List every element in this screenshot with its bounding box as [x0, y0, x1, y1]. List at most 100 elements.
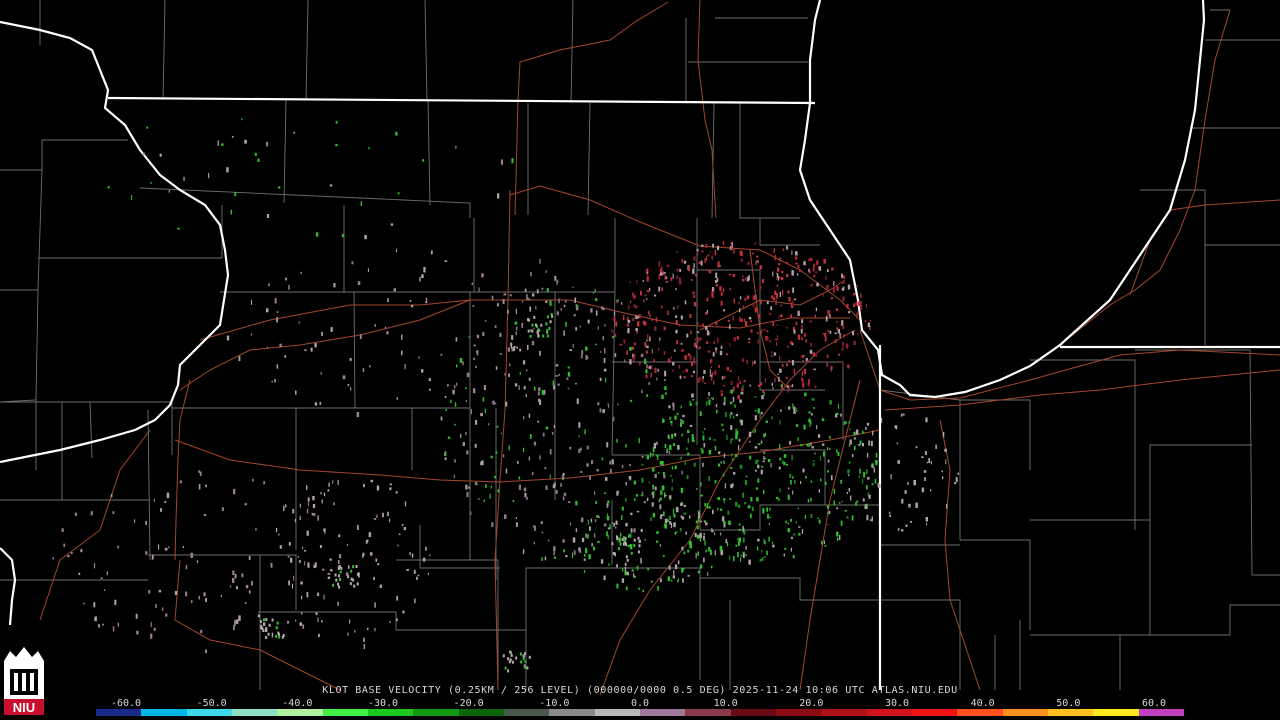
velocity-pixel — [809, 320, 812, 323]
velocity-pixel — [395, 131, 398, 136]
velocity-pixel — [669, 495, 672, 499]
velocity-pixel — [649, 287, 651, 291]
velocity-pixel — [768, 536, 770, 542]
velocity-pixel — [519, 348, 522, 352]
velocity-pixel — [594, 491, 596, 495]
velocity-pixel — [723, 396, 726, 402]
velocity-pixel — [866, 452, 869, 458]
velocity-pixel — [281, 635, 284, 639]
velocity-pixel — [761, 329, 763, 334]
velocity-pixel — [804, 515, 806, 519]
velocity-pixel — [666, 264, 670, 268]
velocity-pixel — [584, 554, 586, 557]
velocity-pixel — [454, 423, 456, 426]
radar-map — [0, 0, 1280, 696]
velocity-pixel — [624, 571, 627, 576]
velocity-pixel — [799, 269, 802, 272]
velocity-pixel — [797, 310, 800, 316]
velocity-pixel — [583, 570, 586, 573]
velocity-pixel — [742, 537, 745, 543]
velocity-pixel — [516, 346, 518, 349]
velocity-pixel — [357, 524, 359, 530]
velocity-pixel — [627, 328, 630, 334]
velocity-pixel — [754, 294, 757, 300]
velocity-pixel — [730, 389, 733, 394]
velocity-pixel — [244, 139, 247, 144]
velocity-pixel — [664, 274, 666, 281]
velocity-pixel — [531, 471, 534, 476]
scale-tick-label: 50.0 — [1056, 698, 1081, 709]
velocity-pixel — [750, 320, 752, 323]
velocity-pixel — [444, 260, 448, 262]
velocity-pixel — [719, 545, 723, 551]
velocity-pixel — [387, 298, 389, 303]
velocity-pixel — [608, 563, 610, 567]
velocity-pixel — [663, 511, 665, 517]
velocity-pixel — [788, 359, 791, 363]
velocity-pixel — [700, 482, 702, 487]
velocity-pixel — [775, 299, 778, 305]
velocity-pixel — [739, 296, 742, 300]
velocity-pixel — [710, 366, 713, 369]
velocity-pixel — [616, 491, 619, 496]
velocity-pixel — [545, 300, 548, 303]
velocity-pixel — [760, 300, 762, 305]
velocity-pixel — [547, 539, 550, 542]
velocity-pixel — [726, 541, 729, 547]
velocity-pixel — [774, 254, 776, 261]
velocity-pixel — [466, 372, 470, 378]
colorbar-segment — [549, 709, 595, 716]
velocity-pixel — [504, 373, 506, 376]
velocity-pixel — [478, 498, 480, 500]
velocity-pixel — [61, 528, 64, 532]
velocity-pixel — [142, 152, 145, 156]
velocity-pixel — [693, 302, 697, 307]
velocity-pixel — [158, 589, 162, 593]
velocity-pixel — [671, 433, 674, 439]
velocity-pixel — [332, 583, 335, 587]
velocity-pixel — [839, 502, 841, 504]
velocity-pixel — [107, 186, 110, 189]
velocity-pixel — [809, 417, 811, 421]
velocity-pixel — [300, 271, 302, 274]
velocity-pixel — [677, 560, 680, 565]
velocity-pixel — [663, 351, 666, 355]
velocity-pixel — [230, 209, 232, 215]
velocity-pixel — [673, 522, 676, 528]
velocity-pixel — [248, 590, 251, 594]
velocity-pixel — [182, 546, 184, 548]
velocity-pixel — [697, 337, 699, 343]
velocity-pixel — [275, 626, 278, 630]
velocity-pixel — [595, 501, 597, 504]
velocity-pixel — [263, 618, 265, 622]
velocity-pixel — [416, 576, 418, 580]
velocity-pixel — [847, 284, 851, 290]
velocity-pixel — [852, 331, 855, 336]
velocity-pixel — [376, 514, 378, 518]
velocity-pixel — [586, 463, 589, 467]
velocity-pixel — [693, 342, 697, 348]
velocity-pixel — [545, 426, 549, 430]
velocity-pixel — [843, 421, 846, 425]
velocity-pixel — [593, 546, 596, 551]
velocity-pixel — [703, 533, 705, 535]
velocity-pixel — [690, 361, 693, 366]
velocity-pixel — [757, 478, 760, 483]
velocity-pixel — [549, 320, 552, 324]
velocity-pixel — [624, 562, 627, 566]
velocity-pixel — [805, 358, 808, 361]
velocity-pixel — [572, 537, 576, 543]
velocity-pixel — [562, 475, 565, 480]
velocity-pixel — [835, 412, 839, 416]
velocity-pixel — [509, 650, 512, 654]
velocity-pixel — [787, 385, 790, 388]
velocity-pixel — [482, 331, 485, 337]
velocity-pixel — [607, 500, 610, 504]
velocity-pixel — [421, 274, 424, 278]
velocity-pixel — [779, 257, 781, 262]
velocity-pixel — [862, 443, 864, 447]
velocity-pixel — [683, 376, 686, 379]
velocity-pixel — [875, 452, 878, 458]
velocity-pixel — [752, 303, 755, 308]
velocity-pixel — [789, 441, 792, 445]
